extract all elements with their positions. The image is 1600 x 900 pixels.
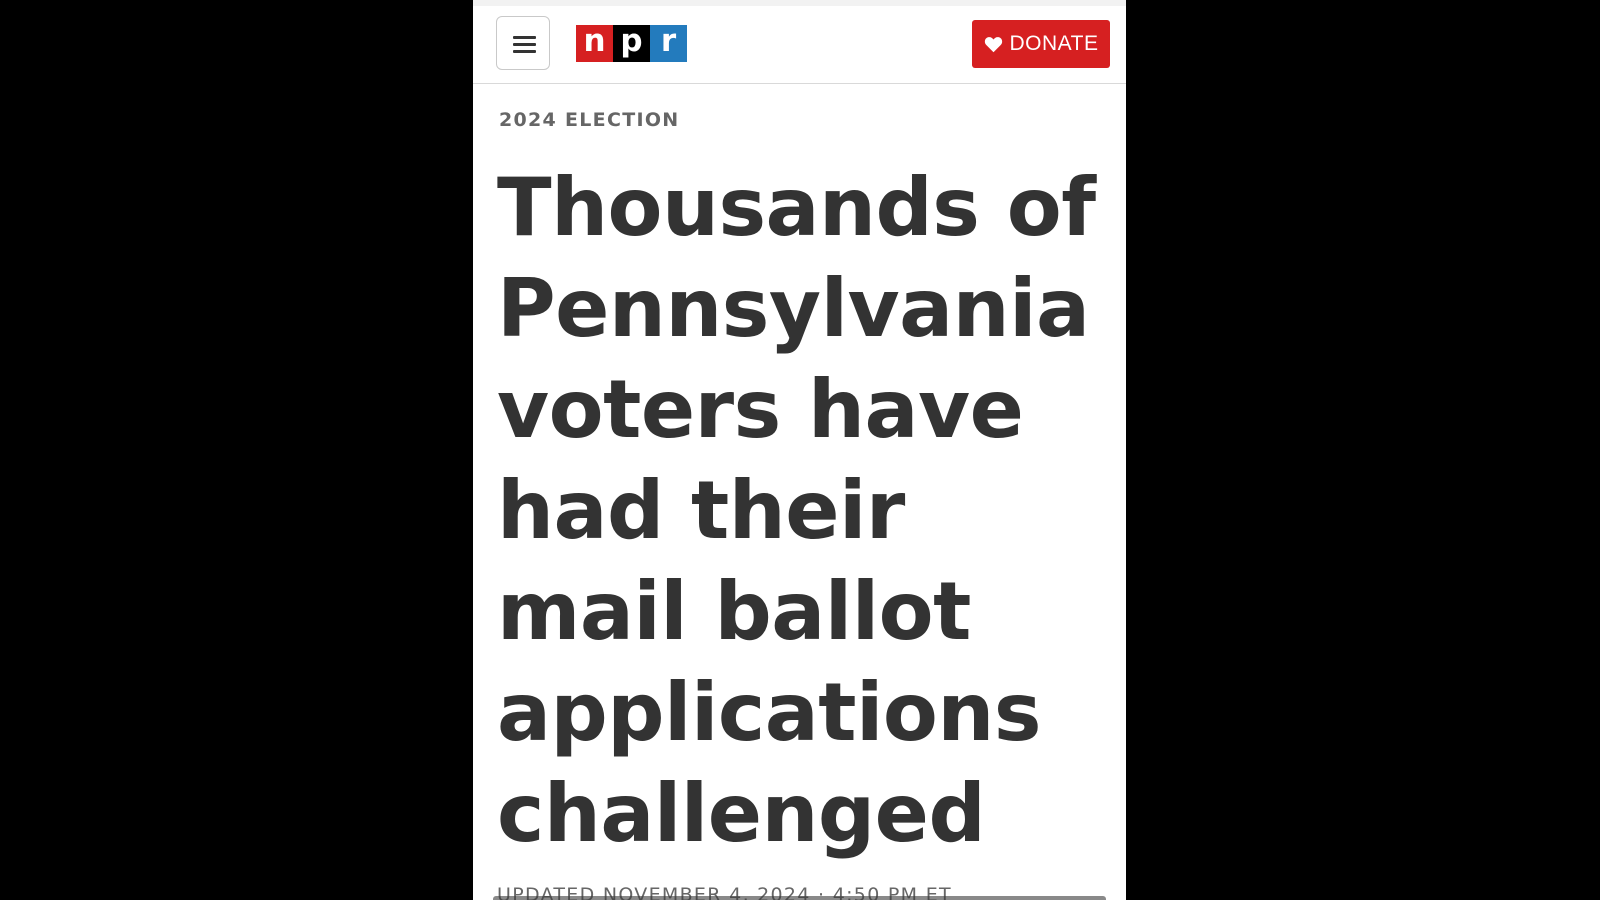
hamburger-menu-icon [513, 36, 536, 39]
menu-button[interactable] [496, 16, 550, 70]
heart-icon [984, 36, 1002, 52]
logo-letter-n: n [576, 25, 613, 62]
donate-label: DONATE [1009, 32, 1099, 55]
logo-letter-p: p [613, 25, 650, 62]
mobile-page: n p r DONATE 2024 ELECTION Thousands of … [473, 0, 1126, 900]
site-header: n p r DONATE [473, 6, 1126, 84]
donate-button[interactable]: DONATE [972, 20, 1110, 68]
article-headline: Thousands of Pennsylvania voters have ha… [497, 161, 1096, 860]
hamburger-menu-icon-bar [513, 50, 536, 53]
npr-logo[interactable]: n p r [576, 25, 687, 62]
bottom-overlay-edge [493, 896, 1106, 900]
hamburger-menu-icon-bar [513, 43, 536, 46]
logo-letter-r: r [650, 25, 687, 62]
section-label[interactable]: 2024 ELECTION [499, 109, 680, 131]
